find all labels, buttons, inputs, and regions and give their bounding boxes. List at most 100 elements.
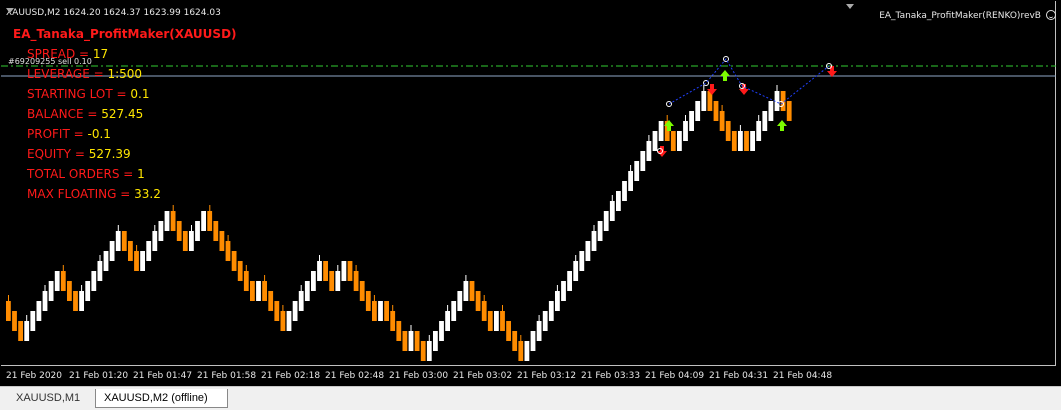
time-label: 21 Feb 04:09 [645, 371, 705, 381]
bull-brick [335, 271, 341, 291]
bear-brick [12, 311, 17, 331]
bull-brick [689, 111, 694, 131]
max-floating-value: 33.2 [134, 187, 161, 201]
scroll-marker-icon [846, 4, 854, 9]
total-orders-row: TOTAL ORDERS = 1 [27, 167, 145, 181]
time-label: 21 Feb 02:18 [261, 371, 321, 381]
bear-brick [6, 301, 11, 321]
bull-brick [445, 311, 450, 331]
bear-brick [323, 261, 328, 281]
bull-brick [683, 121, 688, 141]
bull-brick [634, 161, 640, 181]
bull-brick [36, 301, 42, 321]
bear-brick [67, 281, 72, 301]
bull-brick [426, 341, 432, 361]
bull-brick [561, 281, 566, 301]
bull-brick [30, 311, 36, 331]
bull-brick [762, 111, 768, 131]
bear-brick [359, 281, 365, 301]
bear-brick [274, 301, 280, 321]
bull-brick [457, 291, 463, 311]
time-label: 21 Feb 03:02 [453, 371, 513, 381]
bear-brick [128, 241, 133, 261]
chart-window[interactable]: XAUUSD,M2 1624.20 1624.37 1623.99 1624.0… [0, 0, 1061, 386]
bull-brick [530, 331, 536, 351]
bull-brick [115, 231, 121, 251]
bear-brick [182, 231, 188, 251]
equity-row: EQUITY = 527.39 [27, 147, 131, 161]
bull-brick [79, 291, 84, 311]
bull-brick [603, 211, 609, 231]
bear-brick [268, 291, 274, 311]
bull-brick [317, 261, 322, 281]
bear-brick [207, 211, 213, 231]
expert-advisor-name: EA_Tanaka_ProfitMaker(RENKO)revB [879, 11, 1041, 21]
buy-arrow-icon [777, 120, 787, 131]
bull-brick [48, 281, 54, 301]
bear-brick [365, 291, 371, 311]
bear-brick [384, 301, 389, 321]
bear-brick [121, 231, 127, 251]
equity-label: EQUITY = [27, 147, 89, 161]
max-floating-row: MAX FLOATING = 33.2 [27, 187, 161, 201]
bear-brick [402, 331, 408, 351]
bear-brick [744, 131, 749, 151]
sell-arrow-icon [827, 66, 837, 77]
buy-arrow-icon [720, 70, 730, 81]
bull-brick [536, 321, 542, 341]
bear-brick [500, 311, 505, 331]
starting-lot-label: STARTING LOT = [27, 87, 131, 101]
bull-brick [91, 271, 97, 291]
bull-brick [451, 301, 457, 321]
bear-brick [414, 331, 420, 351]
leverage-value: 1:500 [107, 67, 143, 81]
bull-brick [756, 121, 762, 141]
bear-brick [713, 101, 719, 121]
bear-brick [420, 341, 426, 361]
bear-brick [329, 271, 335, 291]
equity-value: 527.39 [88, 147, 131, 161]
bear-brick [231, 251, 237, 271]
time-label: 21 Feb 01:47 [133, 371, 193, 381]
bear-brick [280, 311, 286, 331]
chart-area[interactable] [1, 1, 1056, 366]
order-line-label[interactable]: #69209255 sell 0.10 [8, 57, 92, 66]
tab-xauusd-m2-offline[interactable]: XAUUSD,M2 (offline) [95, 389, 228, 408]
time-label: 21 Feb 03:00 [389, 371, 449, 381]
bull-brick [195, 221, 200, 241]
max-floating-label: MAX FLOATING = [27, 187, 135, 201]
bear-brick [487, 311, 493, 331]
bull-brick [292, 301, 298, 321]
bear-brick [719, 111, 725, 131]
bull-brick [439, 321, 444, 341]
balance-value: 527.45 [101, 107, 144, 121]
time-label: 21 Feb 01:20 [69, 371, 129, 381]
bull-brick [585, 241, 591, 261]
leverage-row: LEVERAGE = 1:500 [27, 67, 142, 81]
bear-brick [481, 301, 487, 321]
expert-smiley-icon[interactable] [1046, 10, 1056, 20]
bull-brick [640, 151, 646, 171]
bear-brick [725, 121, 731, 141]
starting-lot-value: 0.1 [130, 87, 150, 101]
bull-brick [54, 271, 60, 291]
bull-brick [555, 291, 560, 311]
bull-brick [85, 281, 91, 301]
bull-brick [609, 201, 615, 221]
time-label: 21 Feb 02:48 [325, 371, 385, 381]
bear-brick [347, 261, 353, 281]
chart-shift-triangle-icon [6, 8, 14, 13]
bull-brick [695, 101, 701, 121]
bear-brick [390, 311, 396, 331]
bull-brick [494, 311, 499, 331]
renko-chart [1, 56, 1056, 361]
bull-brick [256, 281, 261, 301]
bull-brick [378, 301, 383, 321]
profit-row: PROFIT = -0.1 [27, 127, 111, 141]
bull-brick [463, 281, 469, 301]
bull-brick [158, 221, 164, 241]
bull-brick [548, 301, 554, 321]
tab-xauusd-m1[interactable]: XAUUSD,M1 [8, 389, 94, 408]
chart-tab-bar: XAUUSD,M1 XAUUSD,M2 (offline) [0, 386, 1061, 410]
bear-brick [73, 291, 78, 311]
